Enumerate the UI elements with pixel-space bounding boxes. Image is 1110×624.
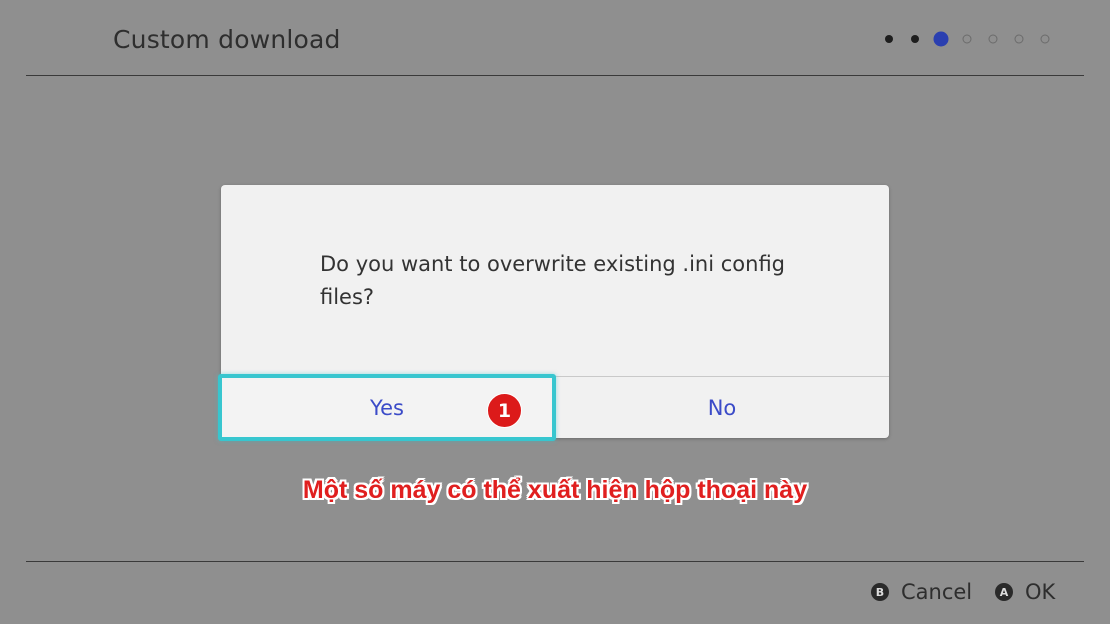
ok-label: OK: [1025, 580, 1056, 604]
progress-dot-step-3-current: [933, 31, 949, 47]
progress-dot-step-5: [988, 34, 998, 44]
a-button-icon: A: [995, 583, 1013, 601]
progress-dot-step-2: [911, 35, 919, 43]
progress-dot-step-6: [1014, 34, 1024, 44]
step-number-badge: 1: [487, 393, 522, 428]
no-button[interactable]: No: [555, 377, 889, 438]
b-button-icon: B: [871, 583, 889, 601]
annotation-caption: Một số máy có thể xuất hiện hộp thoại nà…: [302, 476, 808, 504]
cancel-action[interactable]: B Cancel: [871, 578, 972, 606]
footer-divider: [26, 561, 1084, 562]
header-title: Custom download: [113, 25, 341, 54]
ok-action[interactable]: A OK: [995, 578, 1055, 606]
yes-button-label: Yes: [370, 395, 404, 420]
step-progress-indicator: [880, 30, 1055, 48]
dialog-message: Do you want to overwrite existing .ini c…: [320, 252, 786, 309]
progress-dot-step-7: [1040, 34, 1050, 44]
progress-dot-step-1: [885, 35, 893, 43]
progress-dot-step-4: [962, 34, 972, 44]
cancel-label: Cancel: [901, 580, 973, 604]
header-divider: [26, 75, 1084, 76]
